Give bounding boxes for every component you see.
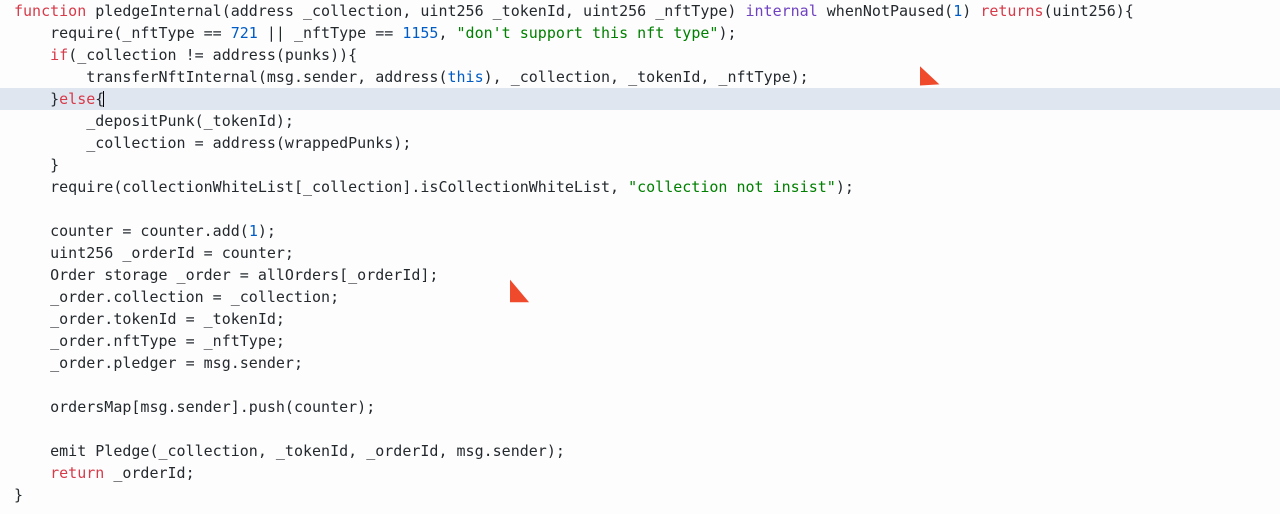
token: pledgeInternal(address _collection, uint… bbox=[95, 2, 736, 20]
token: Order storage _order = allOrders[_orderI… bbox=[50, 266, 438, 284]
code-line: } bbox=[0, 154, 1280, 176]
code-line: uint256 _orderId = counter; bbox=[0, 242, 1280, 264]
code-line: _order.nftType = _nftType; bbox=[0, 330, 1280, 352]
token: _depositPunk(_tokenId); bbox=[86, 112, 294, 130]
token: } bbox=[14, 486, 23, 504]
code-line: ordersMap[msg.sender].push(counter); bbox=[0, 396, 1280, 418]
token: _order.collection = _collection; bbox=[50, 288, 339, 306]
code-line: _collection = address(wrappedPunks); bbox=[0, 132, 1280, 154]
token: 1 bbox=[953, 2, 962, 20]
token: (uint256){ bbox=[1044, 2, 1134, 20]
token: (_collection != address(punks)){ bbox=[68, 46, 357, 64]
token: 721 bbox=[231, 24, 258, 42]
token: ordersMap[msg.sender].push(counter); bbox=[50, 398, 375, 416]
token: } bbox=[50, 90, 59, 108]
code-line: _order.tokenId = _tokenId; bbox=[0, 308, 1280, 330]
token: return bbox=[50, 464, 104, 482]
token: 1155 bbox=[402, 24, 438, 42]
token: ), _collection, _tokenId, _nftType); bbox=[484, 68, 809, 86]
token: _order.pledger = msg.sender; bbox=[50, 354, 303, 372]
token: whenNotPaused( bbox=[827, 2, 953, 20]
token: ); bbox=[258, 222, 276, 240]
token: counter = counter.add( bbox=[50, 222, 249, 240]
text-cursor bbox=[103, 91, 104, 107]
token: uint256 _orderId = counter; bbox=[50, 244, 294, 262]
token: ) bbox=[962, 2, 980, 20]
code-line bbox=[0, 418, 1280, 440]
code-block: function pledgeInternal(address _collect… bbox=[0, 0, 1280, 506]
code-line: Order storage _order = allOrders[_orderI… bbox=[0, 264, 1280, 286]
code-line: function pledgeInternal(address _collect… bbox=[0, 0, 1280, 22]
code-line: } bbox=[0, 484, 1280, 506]
token: function bbox=[14, 2, 86, 20]
code-line: require(collectionWhiteList[_collection]… bbox=[0, 176, 1280, 198]
token: transferNftInternal(msg.sender, address( bbox=[86, 68, 447, 86]
token: 1 bbox=[249, 222, 258, 240]
token: _collection = address(wrappedPunks); bbox=[86, 134, 411, 152]
code-line: counter = counter.add(1); bbox=[0, 220, 1280, 242]
code-line: transferNftInternal(msg.sender, address(… bbox=[0, 66, 1280, 88]
code-line: _order.pledger = msg.sender; bbox=[0, 352, 1280, 374]
token: internal bbox=[746, 2, 818, 20]
token: ); bbox=[718, 24, 736, 42]
token: "collection not insist" bbox=[628, 178, 836, 196]
token: returns bbox=[980, 2, 1043, 20]
token: , bbox=[438, 24, 456, 42]
code-line bbox=[0, 374, 1280, 396]
code-line bbox=[0, 198, 1280, 220]
token: _order.tokenId = _tokenId; bbox=[50, 310, 285, 328]
code-line: return _orderId; bbox=[0, 462, 1280, 484]
code-line: require(_nftType == 721 || _nftType == 1… bbox=[0, 22, 1280, 44]
token: } bbox=[50, 156, 59, 174]
token: this bbox=[447, 68, 483, 86]
code-line: _depositPunk(_tokenId); bbox=[0, 110, 1280, 132]
token: else bbox=[59, 90, 95, 108]
token: _orderId; bbox=[104, 464, 194, 482]
token: "don't support this nft type" bbox=[457, 24, 719, 42]
token: emit Pledge(_collection, _tokenId, _orde… bbox=[50, 442, 565, 460]
token: if bbox=[50, 46, 68, 64]
code-line: if(_collection != address(punks)){ bbox=[0, 44, 1280, 66]
token: ); bbox=[836, 178, 854, 196]
token: _order.nftType = _nftType; bbox=[50, 332, 285, 350]
token: || _nftType == bbox=[258, 24, 403, 42]
token: require(collectionWhiteList[_collection]… bbox=[50, 178, 628, 196]
code-line: _order.collection = _collection; bbox=[0, 286, 1280, 308]
token: require(_nftType == bbox=[50, 24, 231, 42]
code-line: }else{ bbox=[0, 88, 1280, 110]
code-line: emit Pledge(_collection, _tokenId, _orde… bbox=[0, 440, 1280, 462]
